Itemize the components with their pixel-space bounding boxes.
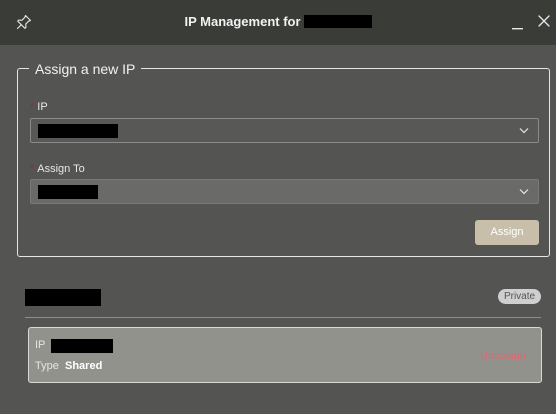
required-marker: * xyxy=(30,101,35,113)
minimize-icon[interactable] xyxy=(512,16,523,30)
assign-to-label-text: Assign To xyxy=(37,163,85,175)
window-title-text: IP Management for xyxy=(184,14,301,29)
divider xyxy=(25,317,541,318)
ip-management-window: IP Management for Assign a new IP * IP * A… xyxy=(0,0,556,414)
chevron-down-icon xyxy=(519,128,529,134)
assign-to-select[interactable] xyxy=(30,179,539,204)
close-icon[interactable] xyxy=(538,15,550,27)
type-value: Shared xyxy=(65,360,103,372)
assign-to-field-label: * Assign To xyxy=(30,163,85,176)
assign-ip-group xyxy=(17,68,550,257)
redacted-ip-value xyxy=(38,124,118,138)
unassign-link[interactable]: Unassign xyxy=(480,350,526,363)
chevron-down-icon xyxy=(519,189,529,195)
assign-button[interactable]: Assign xyxy=(475,220,539,245)
redacted-section-name xyxy=(25,289,101,306)
redacted-title-name xyxy=(303,15,372,28)
type-key-label: Type xyxy=(35,360,59,372)
redacted-ip-address xyxy=(51,339,113,353)
ip-card: IP Type Shared Unassign xyxy=(28,327,542,383)
ip-label-text: IP xyxy=(37,101,48,113)
title-bar: IP Management for xyxy=(0,0,556,45)
assign-ip-legend: Assign a new IP xyxy=(29,60,142,78)
required-marker: * xyxy=(30,163,35,175)
redacted-assign-to-value xyxy=(38,185,98,199)
ip-field-label: * IP xyxy=(30,101,48,114)
ip-select[interactable] xyxy=(30,118,539,143)
private-badge: Private xyxy=(498,289,541,304)
window-title: IP Management for xyxy=(0,14,556,30)
ip-key-label: IP xyxy=(35,339,46,351)
